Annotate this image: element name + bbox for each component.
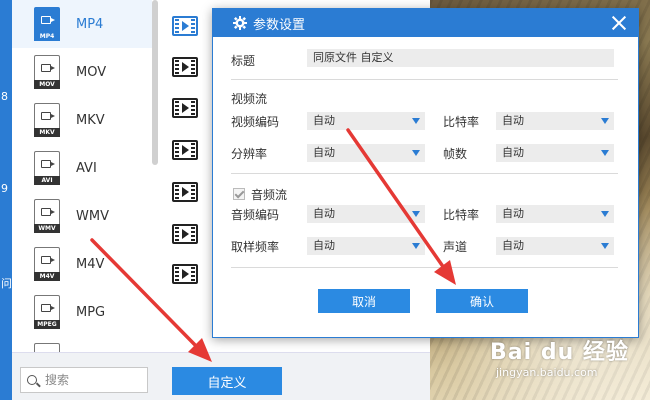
search-icon xyxy=(27,375,37,385)
film-icon[interactable] xyxy=(172,224,198,244)
close-icon[interactable] xyxy=(610,14,628,32)
watermark-logo: Bai du 经验 xyxy=(490,340,629,365)
format-label: WMV xyxy=(76,208,109,224)
video-file-icon: AVI xyxy=(34,151,60,185)
edge-char: 8 xyxy=(1,90,8,103)
samplerate-select[interactable]: 自动 xyxy=(307,237,425,255)
title-label: 标题 xyxy=(231,54,256,68)
search-box[interactable] xyxy=(20,367,148,393)
format-item-mpg[interactable]: MPEG MPG xyxy=(12,288,152,336)
edge-char: 9 xyxy=(1,182,8,195)
watermark: Bai du 经验 jingyan.baidu.com xyxy=(490,334,629,379)
video-file-icon: MP4 xyxy=(34,7,60,41)
video-file-icon: MKV xyxy=(34,103,60,137)
audio-codec-select[interactable]: 自动 xyxy=(307,205,425,223)
divider xyxy=(231,173,618,174)
film-icon[interactable] xyxy=(172,16,198,36)
dialog-titlebar: 参数设置 xyxy=(213,9,638,37)
channel-select[interactable]: 自动 xyxy=(496,237,614,255)
resolution-select[interactable]: 自动 xyxy=(307,144,425,162)
divider xyxy=(231,267,618,268)
format-item-m4v[interactable]: M4V M4V xyxy=(12,240,152,288)
format-label: MOV xyxy=(76,64,107,80)
channel-label: 声道 xyxy=(443,240,468,254)
format-label: M4V xyxy=(76,256,105,272)
format-item-wmv[interactable]: WMV WMV xyxy=(12,192,152,240)
audio-section-title: 音频流 xyxy=(251,188,288,202)
video-file-icon: M4V xyxy=(34,247,60,281)
samplerate-label: 取样频率 xyxy=(231,240,280,254)
format-item-mkv[interactable]: MKV MKV xyxy=(12,96,152,144)
resolution-label: 分辨率 xyxy=(231,147,268,161)
format-item-partial[interactable] xyxy=(12,336,152,352)
audio-codec-label: 音频编码 xyxy=(231,208,280,222)
film-icon[interactable] xyxy=(172,57,198,77)
format-item-avi[interactable]: AVI AVI xyxy=(12,144,152,192)
video-file-icon: WMV xyxy=(34,199,60,233)
film-icon[interactable] xyxy=(172,182,198,202)
audio-checkbox[interactable] xyxy=(233,188,245,200)
search-input[interactable] xyxy=(45,373,135,387)
framerate-label: 帧数 xyxy=(443,147,468,161)
video-codec-select[interactable]: 自动 xyxy=(307,112,425,130)
video-codec-label: 视频编码 xyxy=(231,115,280,129)
gear-icon xyxy=(233,16,247,30)
audio-bitrate-label: 比特率 xyxy=(443,208,480,222)
format-label: MKV xyxy=(76,112,105,128)
dialog-title: 参数设置 xyxy=(253,17,306,33)
format-label: MPG xyxy=(76,304,106,320)
video-bitrate-select[interactable]: 自动 xyxy=(496,112,614,130)
custom-button[interactable]: 自定义 xyxy=(172,367,282,395)
divider xyxy=(231,79,618,80)
watermark-url: jingyan.baidu.com xyxy=(496,366,598,379)
format-label: MP4 xyxy=(76,16,104,32)
bottom-bar: 自定义 xyxy=(12,352,430,400)
confirm-button[interactable]: 确认 xyxy=(436,289,528,313)
video-file-icon xyxy=(34,343,60,352)
video-section-title: 视频流 xyxy=(231,92,268,106)
cancel-button[interactable]: 取消 xyxy=(318,289,410,313)
edge-char: 问 xyxy=(1,277,12,290)
framerate-select[interactable]: 自动 xyxy=(496,144,614,162)
settings-dialog: 参数设置 标题 同原文件 自定义 视频流 视频编码 自动 比特率 自动 分辨率 … xyxy=(212,8,639,338)
format-item-mp4[interactable]: MP4 MP4 xyxy=(12,0,152,48)
video-file-icon: MPEG xyxy=(34,295,60,329)
title-input[interactable]: 同原文件 自定义 xyxy=(307,49,614,67)
film-icon[interactable] xyxy=(172,98,198,118)
video-bitrate-label: 比特率 xyxy=(443,115,480,129)
film-icon[interactable] xyxy=(172,264,198,284)
audio-bitrate-select[interactable]: 自动 xyxy=(496,205,614,223)
format-item-mov[interactable]: MOV MOV xyxy=(12,48,152,96)
video-file-icon: MOV xyxy=(34,55,60,89)
format-list-scrollbar[interactable] xyxy=(152,0,158,165)
format-label: AVI xyxy=(76,160,97,176)
film-icon[interactable] xyxy=(172,140,198,160)
left-window-edge: 8 9 问 xyxy=(0,0,12,400)
format-list: MP4 MP4 MOV MOV MKV MKV AVI AVI WMV WMV … xyxy=(12,0,152,352)
